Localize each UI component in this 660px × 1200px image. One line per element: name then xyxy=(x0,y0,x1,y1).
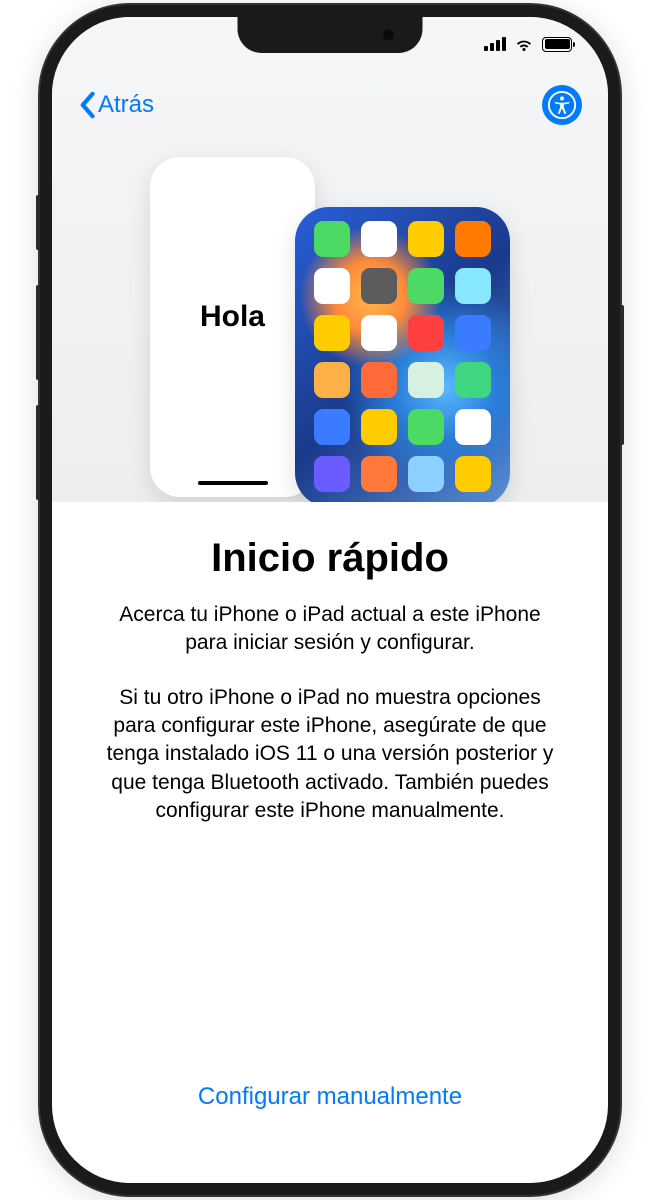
screen: Atrás Hola Inicio rápido xyxy=(52,17,608,1183)
app-icon xyxy=(314,268,350,304)
nav-bar: Atrás xyxy=(52,75,608,135)
app-icon xyxy=(314,362,350,398)
app-icon xyxy=(408,362,444,398)
configure-manually-button[interactable]: Configurar manualmente xyxy=(52,1083,608,1111)
app-icon xyxy=(408,409,444,445)
app-icon xyxy=(455,409,491,445)
app-icon xyxy=(314,315,350,351)
app-icon xyxy=(361,409,397,445)
app-icon xyxy=(361,221,397,257)
battery-icon xyxy=(542,37,572,52)
app-icon xyxy=(408,456,444,492)
app-icon xyxy=(455,268,491,304)
back-label: Atrás xyxy=(98,91,154,119)
notch xyxy=(238,17,423,53)
app-icon xyxy=(361,362,397,398)
app-icon xyxy=(408,221,444,257)
content-area: Inicio rápido Acerca tu iPhone o iPad ac… xyxy=(52,502,608,851)
wifi-icon xyxy=(514,34,534,54)
greeting-text: Hola xyxy=(200,300,265,334)
app-icon xyxy=(361,268,397,304)
page-title: Inicio rápido xyxy=(96,536,564,581)
body-text-1: Acerca tu iPhone o iPad actual a este iP… xyxy=(96,601,564,658)
app-icon xyxy=(314,409,350,445)
device-frame: Atrás Hola Inicio rápido xyxy=(40,5,620,1195)
accessibility-icon xyxy=(547,90,577,120)
app-icon xyxy=(455,456,491,492)
app-icon xyxy=(361,315,397,351)
new-phone-illustration: Hola xyxy=(150,157,315,497)
chevron-left-icon xyxy=(78,91,96,119)
back-button[interactable]: Atrás xyxy=(78,91,154,119)
body-text-2: Si tu otro iPhone o iPad no muestra opci… xyxy=(96,684,564,826)
app-icon xyxy=(361,456,397,492)
app-icon xyxy=(314,456,350,492)
old-phone-illustration xyxy=(295,207,510,502)
app-icon xyxy=(455,362,491,398)
accessibility-button[interactable] xyxy=(542,85,582,125)
app-icon xyxy=(408,315,444,351)
app-icon xyxy=(314,221,350,257)
app-icon xyxy=(455,221,491,257)
app-icon xyxy=(455,315,491,351)
app-icon xyxy=(408,268,444,304)
cellular-icon xyxy=(484,37,506,51)
